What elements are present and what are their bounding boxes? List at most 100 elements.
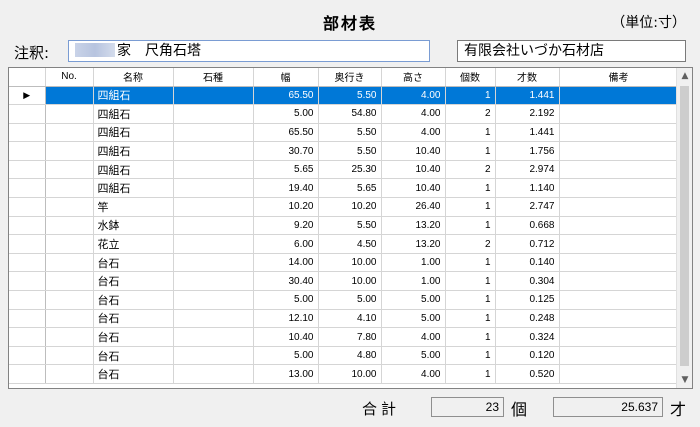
cell-height[interactable]: 13.20 bbox=[381, 234, 446, 254]
cell-depth[interactable]: 5.50 bbox=[318, 86, 382, 106]
row-header[interactable] bbox=[9, 253, 46, 273]
cell-name[interactable]: 四組石 bbox=[93, 86, 174, 106]
cell-depth[interactable]: 54.80 bbox=[318, 104, 382, 124]
cell-depth[interactable]: 10.00 bbox=[318, 364, 382, 384]
cell-stone[interactable] bbox=[173, 309, 254, 329]
cell-stone[interactable] bbox=[173, 104, 254, 124]
cell-name[interactable]: 花立 bbox=[93, 234, 174, 254]
cell-stone[interactable] bbox=[173, 178, 254, 199]
table-row[interactable]: 四組石 65.50 5.50 4.00 1 1.441 bbox=[9, 123, 679, 143]
cell-depth[interactable]: 5.50 bbox=[318, 141, 382, 161]
cell-height[interactable]: 1.00 bbox=[381, 253, 446, 273]
row-header[interactable] bbox=[9, 141, 46, 161]
chevron-down-icon[interactable]: ▼ bbox=[677, 372, 692, 388]
cell-note[interactable] bbox=[559, 86, 679, 106]
cell-no[interactable] bbox=[45, 86, 94, 106]
row-header[interactable] bbox=[9, 346, 46, 366]
cell-width[interactable]: 19.40 bbox=[253, 178, 319, 199]
cell-note[interactable] bbox=[559, 160, 679, 180]
cell-height[interactable]: 10.40 bbox=[381, 141, 446, 161]
cell-sai[interactable]: 0.125 bbox=[495, 290, 560, 310]
cell-note[interactable] bbox=[559, 364, 679, 384]
cell-width[interactable]: 5.00 bbox=[253, 104, 319, 124]
cell-width[interactable]: 10.40 bbox=[253, 327, 319, 347]
cell-depth[interactable]: 5.00 bbox=[318, 290, 382, 310]
cell-sai[interactable]: 1.756 bbox=[495, 141, 560, 161]
cell-height[interactable]: 26.40 bbox=[381, 197, 446, 217]
row-header[interactable] bbox=[9, 216, 46, 236]
cell-note[interactable] bbox=[559, 104, 679, 124]
row-header[interactable] bbox=[9, 234, 46, 254]
cell-no[interactable] bbox=[45, 160, 94, 180]
cell-sai[interactable]: 0.248 bbox=[495, 309, 560, 329]
cell-depth[interactable]: 4.10 bbox=[318, 309, 382, 329]
cell-width[interactable]: 13.00 bbox=[253, 364, 319, 384]
cell-note[interactable] bbox=[559, 197, 679, 217]
cell-count[interactable]: 1 bbox=[445, 364, 496, 384]
cell-stone[interactable] bbox=[173, 216, 254, 236]
cell-no[interactable] bbox=[45, 178, 94, 199]
column-header[interactable]: 幅 bbox=[253, 68, 319, 87]
cell-stone[interactable] bbox=[173, 364, 254, 384]
cell-no[interactable] bbox=[45, 197, 94, 217]
cell-stone[interactable] bbox=[173, 327, 254, 347]
cell-stone[interactable] bbox=[173, 234, 254, 254]
cell-width[interactable]: 5.00 bbox=[253, 346, 319, 366]
row-header[interactable] bbox=[9, 271, 46, 292]
cell-count[interactable]: 1 bbox=[445, 141, 496, 161]
cell-width[interactable]: 65.50 bbox=[253, 86, 319, 106]
column-header[interactable]: 石種 bbox=[173, 68, 254, 87]
cell-count[interactable]: 2 bbox=[445, 234, 496, 254]
cell-stone[interactable] bbox=[173, 160, 254, 180]
cell-count[interactable]: 1 bbox=[445, 327, 496, 347]
cell-height[interactable]: 5.00 bbox=[381, 290, 446, 310]
cell-sai[interactable]: 1.441 bbox=[495, 86, 560, 106]
cell-sai[interactable]: 0.324 bbox=[495, 327, 560, 347]
cell-height[interactable]: 5.00 bbox=[381, 346, 446, 366]
cell-width[interactable]: 65.50 bbox=[253, 123, 319, 143]
cell-no[interactable] bbox=[45, 104, 94, 124]
cell-sai[interactable]: 2.974 bbox=[495, 160, 560, 180]
cell-stone[interactable] bbox=[173, 290, 254, 310]
cell-width[interactable]: 9.20 bbox=[253, 216, 319, 236]
table-row[interactable]: ▶ 四組石 65.50 5.50 4.00 1 1.441 bbox=[9, 86, 679, 106]
cell-count[interactable]: 1 bbox=[445, 271, 496, 292]
cell-depth[interactable]: 5.65 bbox=[318, 178, 382, 199]
cell-name[interactable]: 台石 bbox=[93, 309, 174, 329]
cell-height[interactable]: 5.00 bbox=[381, 309, 446, 329]
cell-stone[interactable] bbox=[173, 123, 254, 143]
cell-count[interactable]: 1 bbox=[445, 178, 496, 199]
cell-name[interactable]: 台石 bbox=[93, 327, 174, 347]
cell-depth[interactable]: 10.00 bbox=[318, 271, 382, 292]
cell-name[interactable]: 台石 bbox=[93, 290, 174, 310]
cell-sai[interactable]: 0.120 bbox=[495, 346, 560, 366]
cell-height[interactable]: 13.20 bbox=[381, 216, 446, 236]
scrollbar-thumb[interactable] bbox=[680, 86, 689, 366]
cell-depth[interactable]: 4.50 bbox=[318, 234, 382, 254]
table-row[interactable]: 台石 10.40 7.80 4.00 1 0.324 bbox=[9, 327, 679, 347]
cell-name[interactable]: 台石 bbox=[93, 346, 174, 366]
table-row[interactable]: 台石 12.10 4.10 5.00 1 0.248 bbox=[9, 309, 679, 329]
cell-note[interactable] bbox=[559, 290, 679, 310]
row-header[interactable] bbox=[9, 160, 46, 180]
cell-name[interactable]: 四組石 bbox=[93, 141, 174, 161]
cell-note[interactable] bbox=[559, 309, 679, 329]
cell-depth[interactable]: 5.50 bbox=[318, 123, 382, 143]
cell-width[interactable]: 5.00 bbox=[253, 290, 319, 310]
cell-sai[interactable]: 0.140 bbox=[495, 253, 560, 273]
cell-no[interactable] bbox=[45, 290, 94, 310]
cell-no[interactable] bbox=[45, 234, 94, 254]
cell-sai[interactable]: 2.747 bbox=[495, 197, 560, 217]
parts-grid[interactable]: No. 名称 石種 幅 奥行き 高さ 個数 才数 備考 ▶ 四組石 65.50 5.5… bbox=[8, 67, 693, 389]
row-header[interactable] bbox=[9, 290, 46, 310]
chevron-up-icon[interactable]: ▲ bbox=[677, 68, 692, 84]
cell-name[interactable]: 四組石 bbox=[93, 160, 174, 180]
column-header[interactable]: 名称 bbox=[93, 68, 174, 87]
cell-depth[interactable]: 7.80 bbox=[318, 327, 382, 347]
column-header[interactable]: 高さ bbox=[381, 68, 446, 87]
column-header[interactable]: 個数 bbox=[445, 68, 496, 87]
cell-stone[interactable] bbox=[173, 197, 254, 217]
column-header[interactable]: No. bbox=[45, 68, 94, 87]
cell-no[interactable] bbox=[45, 216, 94, 236]
cell-count[interactable]: 2 bbox=[445, 160, 496, 180]
